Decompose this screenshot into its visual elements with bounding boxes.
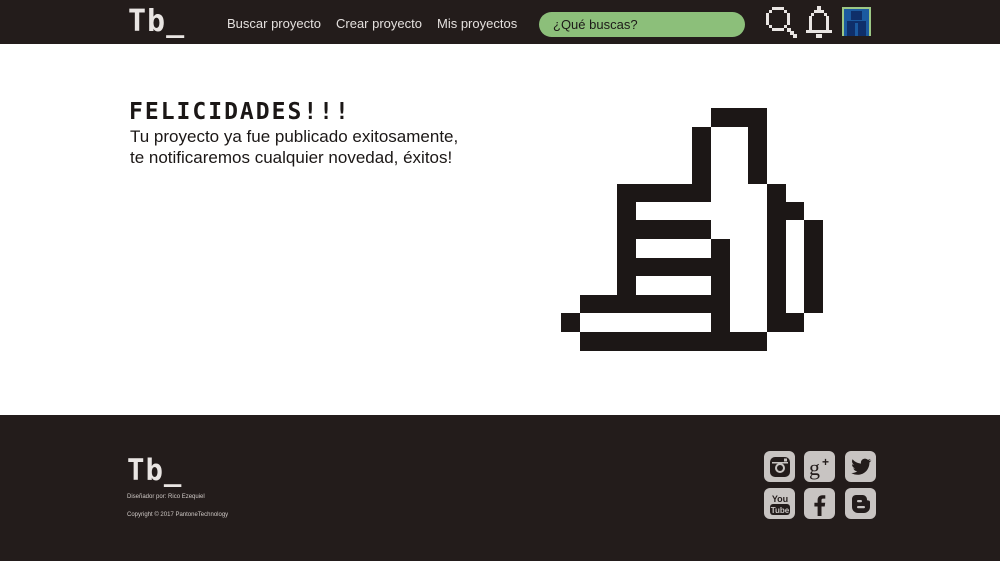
facebook-icon[interactable] <box>804 488 835 519</box>
top-navbar: Tb_ Buscar proyecto Crear proyecto Mis p… <box>0 0 1000 44</box>
svg-text:You: You <box>771 494 787 504</box>
search-icon[interactable] <box>764 5 798 39</box>
success-message-line-2: te notificaremos cualquier novedad, éxit… <box>130 148 453 167</box>
designer-credit: Diseñador por: Rico Ezequiel <box>127 494 205 500</box>
site-logo[interactable]: Tb_ <box>128 5 185 39</box>
google-plus-icon[interactable]: g + <box>804 451 835 482</box>
nav-buscar-proyecto[interactable]: Buscar proyecto <box>227 15 321 33</box>
svg-text:+: + <box>822 455 829 469</box>
page-title: FELICIDADES!!! <box>129 99 351 125</box>
blogger-icon[interactable] <box>845 488 876 519</box>
nav-crear-proyecto[interactable]: Crear proyecto <box>336 15 422 33</box>
search-input[interactable] <box>539 12 745 37</box>
site-footer: Tb_ Diseñador por: Rico Ezequiel Copyrig… <box>0 415 1000 561</box>
svg-text:Tube: Tube <box>770 506 789 515</box>
footer-logo[interactable]: Tb_ <box>127 453 182 487</box>
svg-text:g: g <box>809 455 820 480</box>
avatar[interactable] <box>842 7 871 36</box>
instagram-icon[interactable] <box>764 451 795 482</box>
nav-mis-proyectos[interactable]: Mis proyectos <box>437 15 517 33</box>
copyright-text: Copyright © 2017 PantoneTechnology <box>127 512 229 518</box>
twitter-icon[interactable] <box>845 451 876 482</box>
youtube-icon[interactable]: You Tube <box>764 488 795 519</box>
success-message-line-1: Tu proyecto ya fue publicado exitosament… <box>130 127 459 146</box>
bell-icon[interactable] <box>803 5 835 39</box>
thumbs-up-icon <box>561 108 823 351</box>
